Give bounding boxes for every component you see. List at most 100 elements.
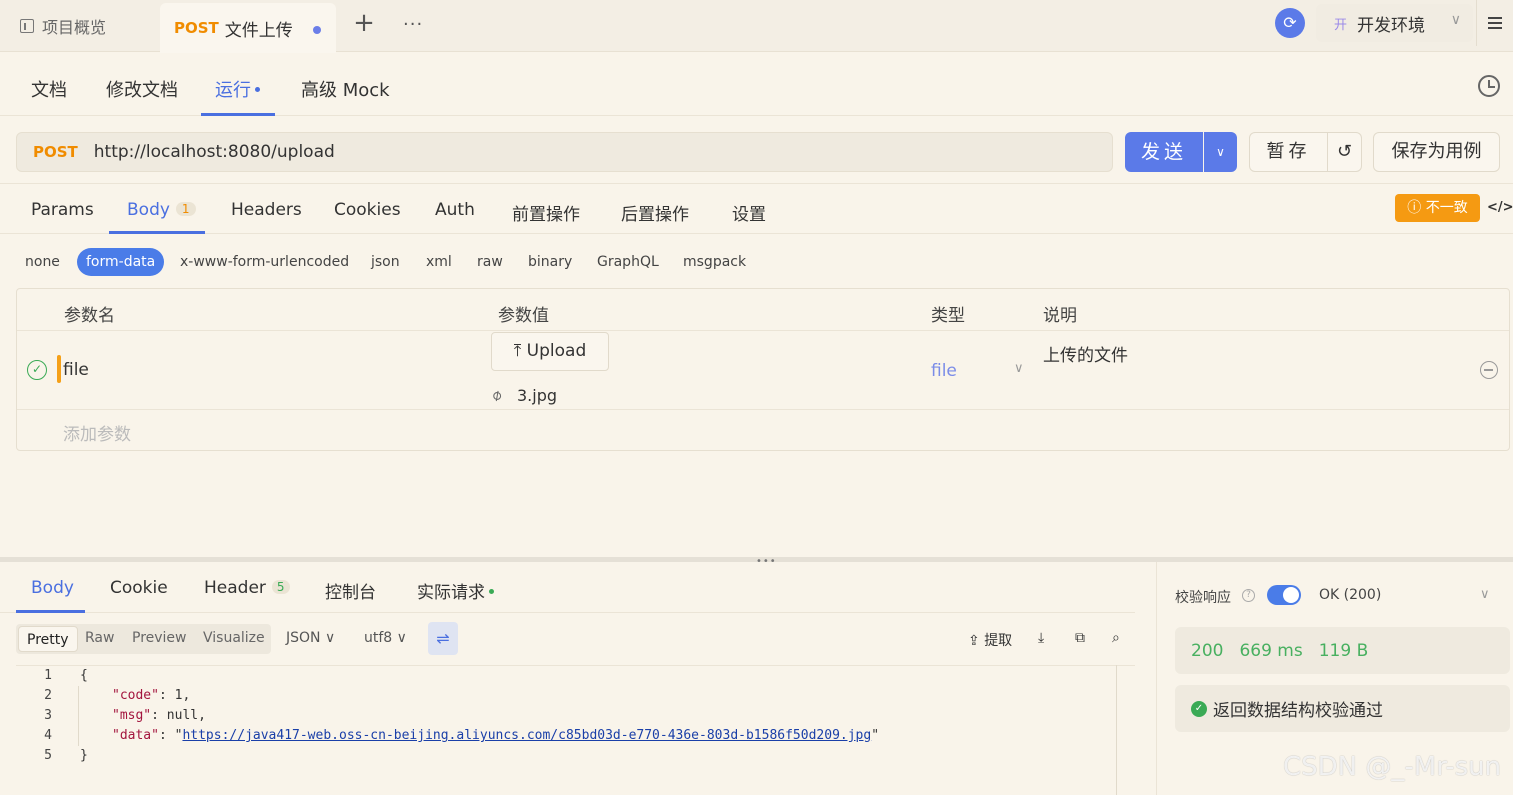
tab-file-upload[interactable]: POST 文件上传 — [160, 3, 336, 53]
copy-icon[interactable]: ⧉ — [1075, 630, 1085, 646]
more-tabs-button[interactable]: ··· — [403, 14, 423, 35]
save-as-case-button[interactable]: 保存为用例 — [1373, 132, 1500, 172]
json-url-link[interactable]: https://java417-web.oss-cn-beijing.aliyu… — [182, 728, 871, 743]
resp-tab-body[interactable]: Body — [31, 578, 74, 598]
save-temp-button[interactable]: 暂存 — [1249, 132, 1328, 172]
tab-settings[interactable]: 设置 — [732, 200, 766, 225]
environment-select[interactable]: 开 开发环境 ∨ — [1316, 4, 1473, 42]
code-text: { — [80, 668, 88, 683]
active-tab-indicator — [109, 231, 205, 234]
send-dropdown-button[interactable]: ∨ — [1204, 132, 1237, 172]
format-value: JSON — [286, 630, 321, 646]
sync-icon[interactable]: ⟳ — [1275, 8, 1305, 38]
reset-icon[interactable]: ↺ — [1328, 132, 1362, 172]
body-type-graphql[interactable]: GraphQL — [597, 254, 659, 270]
response-status-select[interactable]: OK (200) — [1319, 587, 1381, 603]
required-marker — [57, 355, 61, 383]
encoding-value: utf8 — [364, 630, 393, 646]
body-type-raw[interactable]: raw — [477, 254, 503, 270]
send-button[interactable]: 发送 — [1125, 132, 1203, 172]
code-text: } — [80, 748, 88, 763]
unsaved-dot — [313, 26, 321, 34]
scrollbar[interactable] — [1116, 665, 1135, 795]
env-badge: 开 — [1334, 17, 1348, 33]
enabled-check-icon[interactable]: ✓ — [27, 360, 47, 380]
body-type-binary[interactable]: binary — [528, 254, 572, 270]
body-type-xml[interactable]: xml — [426, 254, 452, 270]
word-wrap-icon[interactable]: ⇌ — [428, 622, 458, 655]
help-icon[interactable]: ? — [1242, 589, 1255, 602]
col-header-name: 参数名 — [64, 306, 115, 326]
response-body-editor[interactable]: 1 { 2 "code": 1, 3 "msg": null, 4 "data"… — [16, 665, 1135, 795]
body-type-json[interactable]: json — [371, 254, 400, 270]
response-size: 119 B — [1318, 640, 1369, 661]
param-name-field[interactable]: file — [63, 360, 89, 380]
tab-body[interactable]: Body 1 — [127, 200, 196, 220]
line-number: 5 — [44, 748, 52, 763]
tab-project-overview[interactable]: 项目概览 — [0, 0, 126, 52]
divider — [17, 330, 1509, 331]
upload-button[interactable]: ⤒ Upload — [491, 332, 609, 371]
resp-tab-header-label: Header — [204, 578, 266, 598]
tab-docs[interactable]: 文档 — [31, 76, 67, 102]
new-tab-button[interactable]: + — [352, 10, 376, 36]
tab-run-label: 运行 — [215, 80, 251, 101]
tab-headers[interactable]: Headers — [231, 200, 302, 220]
tab-run[interactable]: 运行 — [215, 76, 260, 102]
resp-tab-console[interactable]: 控制台 — [325, 578, 376, 603]
view-raw[interactable]: Raw — [85, 630, 114, 646]
extract-button[interactable]: ⇪ 提取 — [968, 630, 1012, 650]
line-number: 3 — [44, 708, 52, 723]
view-pretty[interactable]: Pretty — [18, 626, 78, 652]
search-icon[interactable]: ⌕ — [1112, 630, 1120, 646]
add-param-input[interactable]: 添加参数 — [63, 420, 131, 445]
view-preview[interactable]: Preview — [132, 630, 187, 646]
method-select[interactable]: POST — [33, 143, 78, 161]
remove-param-icon[interactable] — [1480, 361, 1498, 379]
param-desc-field[interactable]: 上传的文件 — [1043, 341, 1128, 366]
tab-method: POST — [174, 19, 219, 37]
body-type-none[interactable]: none — [25, 254, 60, 270]
tab-advanced-mock[interactable]: 高级 Mock — [301, 76, 390, 102]
resp-tab-actual-request[interactable]: 实际请求 — [417, 578, 494, 603]
indent-guide — [78, 686, 79, 746]
tab-edit-docs[interactable]: 修改文档 — [106, 76, 178, 102]
url-input[interactable]: POST http://localhost:8080/upload — [16, 132, 1113, 172]
verify-result: ✓ 返回数据结构校验通过 — [1175, 685, 1510, 732]
tab-params[interactable]: Params — [31, 200, 94, 220]
body-type-urlencoded[interactable]: x-www-form-urlencoded — [180, 254, 349, 270]
watermark: CSDN @_-Mr-sun — [1283, 752, 1502, 782]
resp-tab-cookie[interactable]: Cookie — [110, 578, 168, 598]
header-count-badge: 5 — [271, 580, 290, 594]
inconsistent-badge[interactable]: ⓘ 不一致 — [1395, 194, 1480, 222]
encoding-select[interactable]: utf8 ∨ — [364, 630, 407, 646]
tab-auth[interactable]: Auth — [435, 200, 475, 220]
verify-toggle[interactable] — [1267, 585, 1301, 605]
tab-pre-processors[interactable]: 前置操作 — [512, 200, 580, 225]
code-icon[interactable]: </> — [1487, 200, 1513, 215]
verify-result-text: 返回数据结构校验通过 — [1213, 701, 1383, 721]
inconsistent-label: 不一致 — [1425, 200, 1468, 216]
history-icon[interactable] — [1478, 75, 1500, 97]
env-name: 开发环境 — [1357, 15, 1426, 36]
divider — [17, 409, 1509, 410]
format-select[interactable]: JSON ∨ — [286, 630, 335, 646]
param-type-select[interactable]: file — [931, 361, 957, 381]
code-text: "msg": null, — [112, 708, 206, 723]
tab-cookies[interactable]: Cookies — [334, 200, 401, 220]
url-text[interactable]: http://localhost:8080/upload — [94, 142, 335, 162]
response-tabs: Body Cookie Header 5 控制台 实际请求 — [0, 562, 1135, 613]
download-icon[interactable]: ⤓ — [1038, 630, 1044, 646]
tab-post-processors[interactable]: 后置操作 — [621, 200, 689, 225]
json-key: "msg" — [112, 708, 152, 723]
body-type-form-data[interactable]: form-data — [77, 248, 165, 276]
chevron-down-icon[interactable]: ∨ — [1480, 587, 1490, 602]
body-type-msgpack[interactable]: msgpack — [683, 254, 746, 270]
menu-icon[interactable] — [1476, 0, 1513, 46]
view-visualize[interactable]: Visualize — [203, 630, 265, 646]
resp-tab-header[interactable]: Header 5 — [204, 578, 290, 598]
run-dot — [255, 87, 260, 92]
json-key: "data" — [112, 728, 159, 743]
chevron-down-icon: ∨ — [1014, 361, 1024, 376]
verify-response-label: 校验响应 — [1175, 590, 1231, 606]
